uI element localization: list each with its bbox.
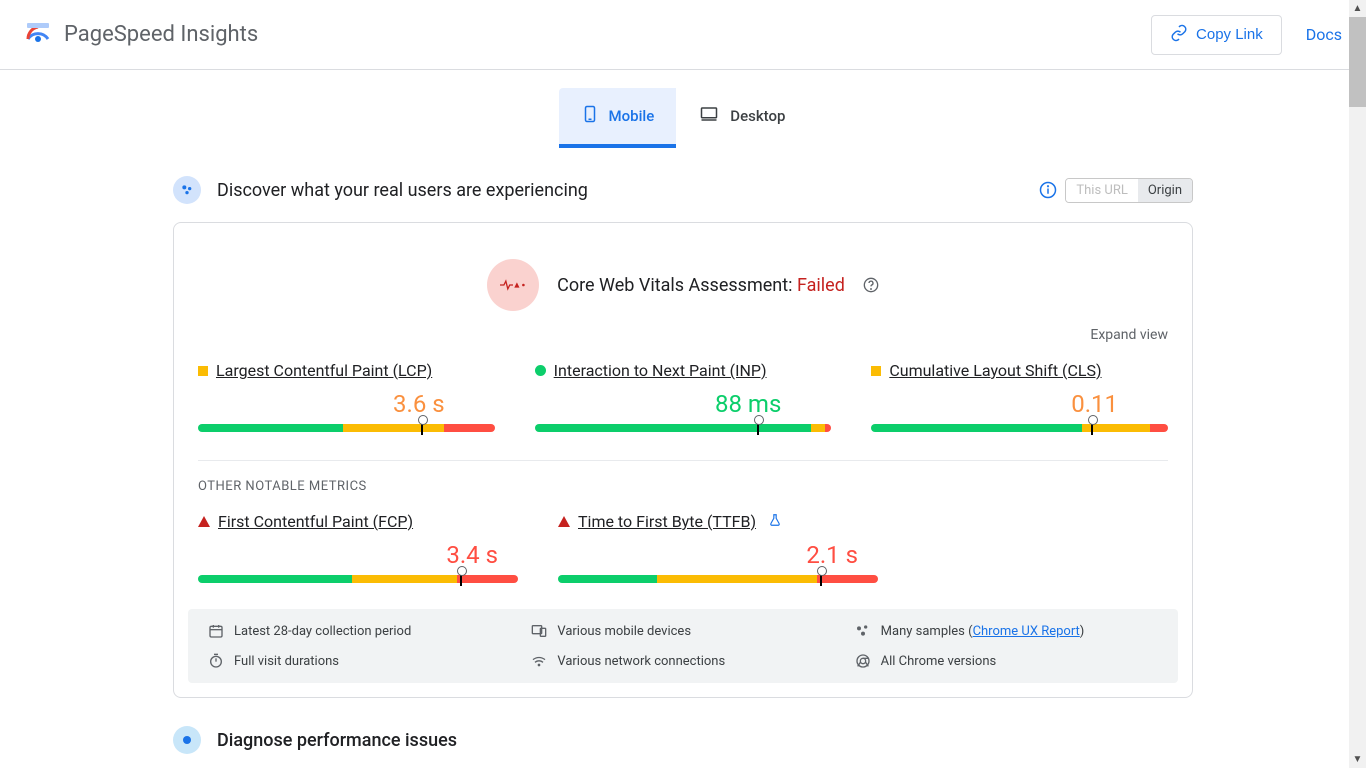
inp-distribution-bar	[535, 424, 832, 432]
fcp-status-triangle-icon	[198, 516, 210, 527]
lcp-name[interactable]: Largest Contentful Paint (LCP)	[216, 361, 432, 380]
cls-name[interactable]: Cumulative Layout Shift (CLS)	[889, 361, 1101, 380]
header-left: PageSpeed Insights	[24, 21, 258, 49]
section-header-right: This URL Origin	[1039, 178, 1193, 203]
tab-mobile[interactable]: Mobile	[559, 88, 677, 148]
lcp-value: 3.6 s	[198, 390, 495, 418]
tab-desktop-label: Desktop	[730, 107, 785, 125]
cwv-assessment-row: Core Web Vitals Assessment: Failed	[174, 223, 1192, 321]
fcp-name[interactable]: First Contentful Paint (FCP)	[218, 512, 413, 531]
content-container: Discover what your real users are experi…	[153, 176, 1213, 754]
copy-link-button[interactable]: Copy Link	[1151, 15, 1282, 55]
link-icon	[1170, 24, 1188, 46]
gauge-icon	[173, 726, 201, 754]
info-connections-text: Various network connections	[557, 654, 725, 669]
help-icon[interactable]	[863, 277, 879, 293]
scrollbar[interactable]: ▲ ▼	[1349, 0, 1366, 768]
scroll-up-arrow-icon[interactable]: ▲	[1349, 0, 1366, 17]
crux-report-link[interactable]: Chrome UX Report	[973, 624, 1080, 639]
tab-group: Mobile Desktop	[559, 88, 808, 148]
timer-icon	[208, 653, 224, 669]
cwv-status: Failed	[797, 275, 845, 296]
other-metrics-row: First Contentful Paint (FCP) 3.4 s Time …	[174, 512, 1192, 583]
crux-card: Core Web Vitals Assessment: Failed Expan…	[173, 222, 1193, 698]
info-connections: Various network connections	[531, 653, 834, 669]
cls-distribution-bar	[871, 424, 1168, 432]
collection-info-box: Latest 28-day collection period Various …	[188, 609, 1178, 683]
expand-view-link[interactable]: Expand view	[174, 321, 1192, 361]
cls-status-square-icon	[871, 366, 881, 376]
info-period: Latest 28-day collection period	[208, 623, 511, 639]
metric-lcp: Largest Contentful Paint (LCP) 3.6 s	[198, 361, 495, 432]
separator	[198, 460, 1168, 461]
ttfb-value: 2.1 s	[558, 541, 878, 569]
metric-inp: Interaction to Next Paint (INP) 88 ms	[535, 361, 832, 432]
info-durations-text: Full visit durations	[234, 654, 339, 669]
inp-value: 88 ms	[535, 390, 832, 418]
core-metrics-row: Largest Contentful Paint (LCP) 3.6 s Int…	[174, 361, 1192, 432]
real-users-section-header: Discover what your real users are experi…	[173, 176, 1193, 204]
real-users-title: Discover what your real users are experi…	[217, 180, 588, 201]
cls-value: 0.11	[871, 390, 1168, 418]
tab-desktop[interactable]: Desktop	[676, 88, 807, 148]
info-samples-text: Many samples (Chrome UX Report)	[881, 624, 1085, 639]
other-metrics-label: Other Notable Metrics	[174, 479, 1192, 512]
metric-fcp: First Contentful Paint (FCP) 3.4 s	[198, 512, 518, 583]
lcp-status-square-icon	[198, 366, 208, 376]
ttfb-distribution-bar	[558, 575, 878, 583]
calendar-icon	[208, 623, 224, 639]
tab-mobile-label: Mobile	[609, 107, 655, 125]
copy-link-label: Copy Link	[1196, 26, 1263, 43]
desktop-icon	[698, 105, 720, 127]
section-header-left: Discover what your real users are experi…	[173, 176, 588, 204]
experimental-flask-icon	[768, 513, 782, 531]
devices-icon	[531, 623, 547, 639]
info-samples: Many samples (Chrome UX Report)	[855, 623, 1158, 639]
docs-link[interactable]: Docs	[1306, 25, 1342, 44]
fcp-value: 3.4 s	[198, 541, 518, 569]
chrome-icon	[855, 653, 871, 669]
device-tabs: Mobile Desktop	[0, 88, 1366, 148]
info-versions: All Chrome versions	[855, 653, 1158, 669]
diagnose-section-header: Diagnose performance issues	[173, 726, 1193, 754]
header-right: Copy Link Docs	[1151, 15, 1342, 55]
info-devices-text: Various mobile devices	[557, 624, 691, 639]
wifi-icon	[531, 653, 547, 669]
samples-icon	[855, 623, 871, 639]
cwv-status-icon	[487, 259, 539, 311]
diagnose-title: Diagnose performance issues	[217, 730, 457, 751]
info-devices: Various mobile devices	[531, 623, 834, 639]
scroll-down-arrow-icon[interactable]: ▼	[1349, 751, 1366, 768]
pagespeed-logo-icon	[24, 21, 52, 49]
inp-status-circle-icon	[535, 365, 546, 376]
fcp-distribution-bar	[198, 575, 518, 583]
info-versions-text: All Chrome versions	[881, 654, 997, 669]
toggle-origin[interactable]: Origin	[1138, 179, 1192, 202]
scrollbar-thumb[interactable]	[1349, 17, 1366, 107]
ttfb-status-triangle-icon	[558, 516, 570, 527]
ttfb-name[interactable]: Time to First Byte (TTFB)	[578, 512, 756, 531]
metric-cls: Cumulative Layout Shift (CLS) 0.11	[871, 361, 1168, 432]
url-origin-toggle: This URL Origin	[1065, 178, 1193, 203]
mobile-icon	[581, 102, 599, 130]
info-icon[interactable]	[1039, 181, 1057, 199]
toggle-this-url[interactable]: This URL	[1066, 179, 1137, 202]
app-title: PageSpeed Insights	[64, 22, 258, 47]
cwv-assessment-text: Core Web Vitals Assessment: Failed	[557, 275, 845, 296]
lcp-distribution-bar	[198, 424, 495, 432]
app-header: PageSpeed Insights Copy Link Docs	[0, 0, 1366, 70]
inp-name[interactable]: Interaction to Next Paint (INP)	[554, 361, 767, 380]
metric-ttfb: Time to First Byte (TTFB) 2.1 s	[558, 512, 878, 583]
cwv-label: Core Web Vitals Assessment:	[557, 275, 797, 296]
info-period-text: Latest 28-day collection period	[234, 624, 411, 639]
info-durations: Full visit durations	[208, 653, 511, 669]
users-icon	[173, 176, 201, 204]
